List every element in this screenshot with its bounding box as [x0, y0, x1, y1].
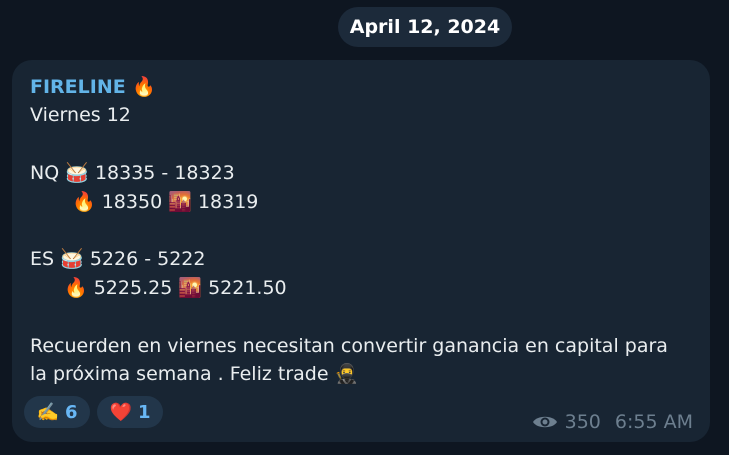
message-line-es-range: ES 🥁 5226 - 5222 — [30, 246, 206, 272]
fire-emoji: 🔥 — [64, 277, 88, 299]
fire-emoji: 🔥 — [72, 191, 96, 213]
message-meta: 350 6:55 AM — [532, 410, 693, 434]
message-line-nq-levels: 🔥 18350 🌇 18319 — [72, 189, 258, 215]
es-range: 5226 - 5222 — [89, 248, 206, 270]
reaction-writing-hand[interactable]: ✍️ 6 — [24, 396, 90, 428]
message-line-note-1: Recuerden en viernes necesitan convertir… — [30, 333, 668, 359]
eye-icon — [532, 416, 557, 428]
message-line-day: Viernes 12 — [30, 102, 131, 128]
drum-emoji: 🥁 — [60, 248, 84, 270]
sunset-emoji: 🌇 — [178, 277, 203, 299]
reaction-heart[interactable]: ❤️ 1 — [97, 396, 163, 428]
nq-label: NQ — [30, 162, 60, 184]
message-sender[interactable]: FIRELINE 🔥 — [30, 74, 156, 100]
nq-up-value: 18350 — [101, 191, 163, 213]
es-down-value: 5221.50 — [208, 277, 287, 299]
es-label: ES — [30, 248, 55, 270]
day-text: Viernes 12 — [30, 104, 131, 126]
note-text-1: Recuerden en viernes necesitan convertir… — [30, 335, 668, 357]
view-counter: 350 — [532, 410, 601, 434]
view-count: 350 — [564, 411, 601, 433]
reaction-count: 6 — [64, 401, 78, 423]
reaction-count: 1 — [137, 401, 151, 423]
message-line-nq-range: NQ 🥁 18335 - 18323 — [30, 160, 235, 186]
fire-emoji: 🔥 — [132, 76, 157, 98]
heart-emoji: ❤️ — [109, 401, 132, 423]
date-label: April 12, 2024 — [349, 16, 501, 38]
nq-range: 18335 - 18323 — [94, 162, 235, 184]
message-line-note-2: la próxima semana . Feliz trade 🥷 — [30, 361, 358, 387]
message-line-es-levels: 🔥 5225.25 🌇 5221.50 — [64, 275, 287, 301]
ninja-emoji: 🥷 — [334, 363, 359, 385]
writing-hand-emoji: ✍️ — [36, 401, 59, 423]
note-text-2: la próxima semana . Feliz trade — [30, 363, 329, 385]
nq-down-value: 18319 — [197, 191, 259, 213]
message-time: 6:55 AM — [614, 411, 693, 433]
sender-name[interactable]: FIRELINE — [30, 76, 126, 98]
sunset-emoji: 🌇 — [168, 191, 192, 213]
date-separator: April 12, 2024 — [338, 7, 512, 47]
drum-emoji: 🥁 — [65, 162, 89, 184]
es-up-value: 5225.25 — [93, 277, 173, 299]
